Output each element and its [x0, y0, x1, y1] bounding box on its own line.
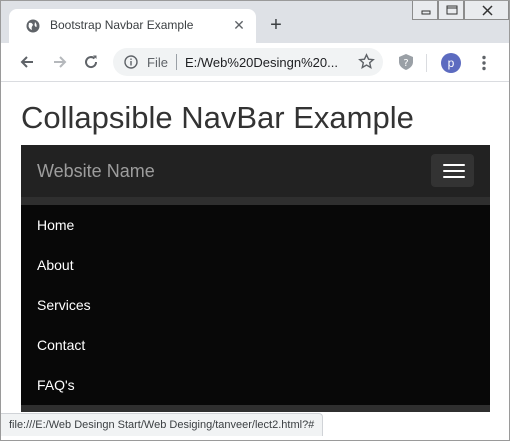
profile-avatar[interactable]: p: [441, 53, 461, 73]
svg-text:?: ?: [403, 58, 408, 69]
nav-item-contact[interactable]: Contact: [37, 337, 85, 353]
minimize-icon: [421, 10, 431, 15]
page-title: Collapsible NavBar Example: [21, 100, 414, 135]
nav-item-about[interactable]: About: [37, 257, 74, 273]
browser-toolbar: File E:/Web%20Desingn%20... ? p: [1, 43, 509, 82]
browser-tab[interactable]: Bootstrap Navbar Example ✕: [9, 9, 256, 43]
tab-strip: Bootstrap Navbar Example ✕ +: [1, 1, 509, 43]
address-separator: [176, 54, 177, 70]
address-bar[interactable]: File E:/Web%20Desingn%20...: [113, 48, 383, 76]
navbar-toggle-button[interactable]: [431, 154, 474, 187]
back-arrow-icon[interactable]: [19, 54, 35, 70]
nav-item-home[interactable]: Home: [37, 217, 74, 233]
scheme-label: File: [147, 55, 168, 70]
status-bubble: file:///E:/Web Desingn Start/Web Desigin…: [1, 413, 324, 436]
close-window-button[interactable]: [464, 1, 509, 20]
close-icon: [482, 5, 493, 16]
hamburger-bar: [443, 176, 465, 178]
address-url[interactable]: E:/Web%20Desingn%20...: [185, 55, 338, 70]
nav-item-faqs[interactable]: FAQ's: [37, 377, 75, 393]
close-tab-icon[interactable]: ✕: [232, 18, 246, 32]
hamburger-bar: [443, 164, 465, 166]
tab-title: Bootstrap Navbar Example: [50, 18, 194, 32]
page-content: Collapsible NavBar Example Website Name …: [1, 82, 509, 412]
maximize-icon: [446, 5, 458, 15]
minimize-button[interactable]: [412, 1, 438, 20]
new-tab-button[interactable]: +: [267, 15, 285, 35]
nav-item-services[interactable]: Services: [37, 297, 91, 313]
collapsed-nav-menu: Home About Services Contact FAQ's: [21, 205, 490, 405]
menu-kebab-icon[interactable]: [478, 55, 490, 71]
collapse-divider: [21, 197, 490, 205]
extension-shield-icon[interactable]: ?: [397, 53, 415, 71]
forward-arrow-icon[interactable]: [52, 54, 68, 70]
bookmark-star-icon[interactable]: [358, 53, 375, 70]
browser-window: Bootstrap Navbar Example ✕ + File E:/Web…: [0, 0, 510, 441]
reload-icon[interactable]: [83, 54, 99, 70]
navbar-brand[interactable]: Website Name: [37, 161, 155, 182]
maximize-button[interactable]: [438, 1, 464, 20]
globe-icon: [26, 19, 40, 33]
toolbar-divider: [426, 54, 427, 72]
info-icon[interactable]: [124, 55, 138, 69]
navbar-bottom-border: [21, 405, 490, 412]
hamburger-bar: [443, 170, 465, 172]
